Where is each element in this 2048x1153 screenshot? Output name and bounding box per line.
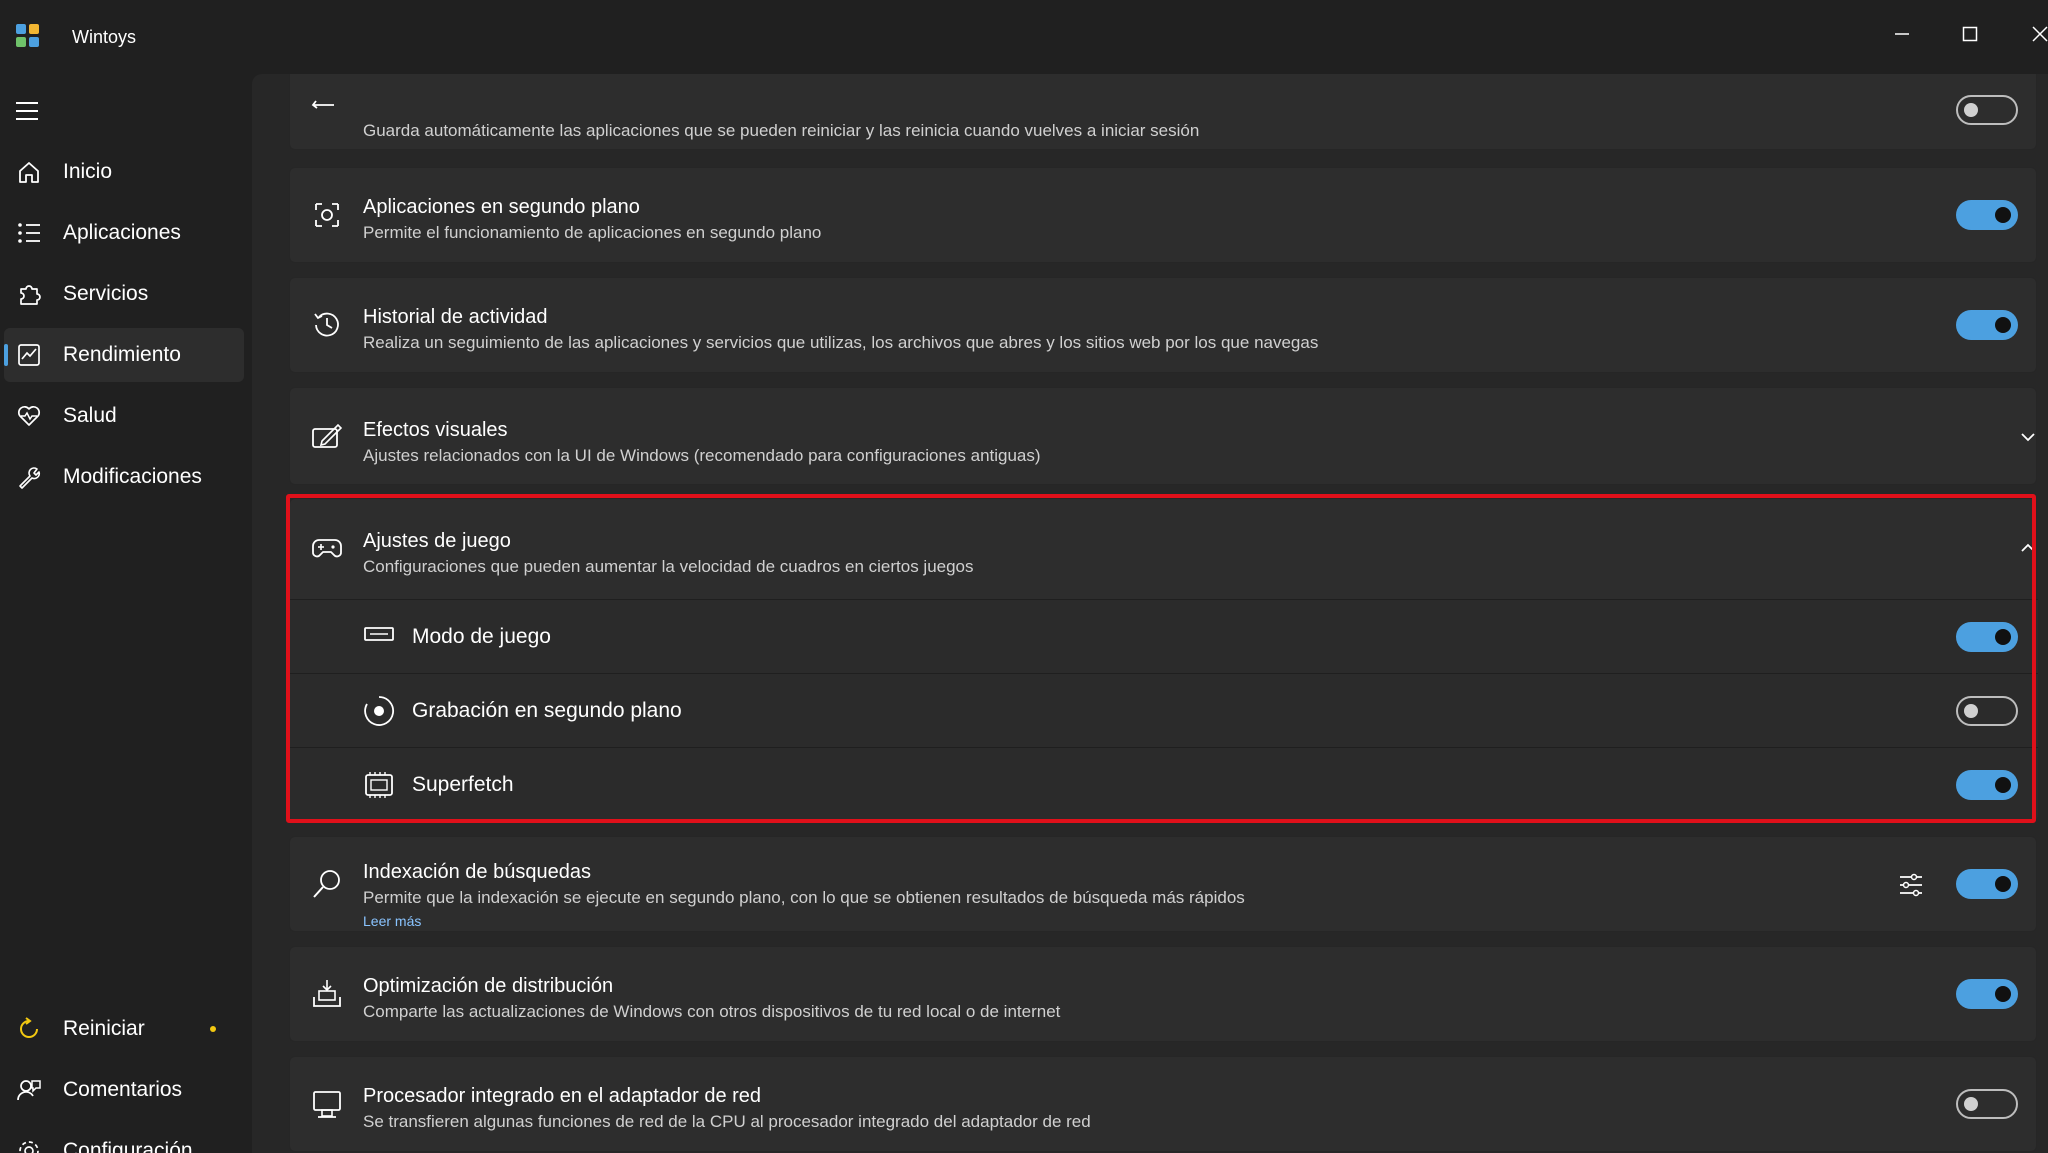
background-apps-icon	[310, 198, 344, 232]
setting-title: Procesador integrado en el adaptador de …	[363, 1085, 762, 1107]
setting-title: Indexación de búsquedas	[363, 861, 591, 883]
sub-setting-superfetch: Superfetch	[290, 747, 2038, 821]
minimize-button[interactable]	[1882, 14, 1922, 54]
search-icon	[310, 867, 344, 901]
hamburger-icon[interactable]	[14, 100, 40, 122]
setting-description: Se transfieren algunas funciones de red …	[363, 1112, 1091, 1131]
maximize-icon	[1962, 26, 1978, 42]
setting-card-activity-history: Historial de actividad Realiza un seguim…	[289, 277, 2037, 373]
network-adapter-icon	[310, 1087, 344, 1121]
delivery-optimization-icon	[310, 977, 344, 1011]
setting-description: Permite que la indexación se ejecute en …	[363, 888, 1245, 907]
history-icon	[310, 308, 344, 342]
close-button[interactable]	[2020, 14, 2048, 54]
sidebar-item-label: Salud	[63, 404, 117, 427]
sub-setting-label: Modo de juego	[412, 625, 551, 648]
setting-card-background-apps: Aplicaciones en segundo plano Permite el…	[289, 167, 2037, 263]
sidebar-item-modificaciones[interactable]: Modificaciones	[4, 450, 244, 504]
sidebar-item-label: Comentarios	[63, 1078, 183, 1101]
setting-title: Aplicaciones en segundo plano	[363, 196, 640, 218]
title-bar: Wintoys	[0, 0, 2048, 74]
sub-setting-label: Superfetch	[412, 773, 514, 796]
sidebar-item-label: Reiniciar	[63, 1017, 145, 1040]
setting-title: Historial de actividad	[363, 306, 548, 328]
delivery-optimization-toggle[interactable]	[1956, 979, 2018, 1009]
superfetch-toggle[interactable]	[1956, 770, 2018, 800]
setting-card-visual-effects[interactable]: Efectos visuales Ajustes relacionados co…	[289, 387, 2037, 485]
notification-badge	[210, 1026, 216, 1032]
list-icon	[16, 220, 42, 246]
setting-description: Permite el funcionamiento de aplicacione…	[363, 223, 822, 242]
learn-more-link[interactable]: Leer más	[363, 913, 421, 929]
sidebar-item-comentarios[interactable]: Comentarios	[4, 1063, 244, 1117]
app-title: Wintoys	[72, 27, 137, 47]
sidebar-item-label: Configuración	[63, 1139, 193, 1153]
maximize-button[interactable]	[1950, 14, 1990, 54]
sub-setting-label: Grabación en segundo plano	[412, 699, 682, 722]
sidebar-item-salud[interactable]: Salud	[4, 389, 244, 443]
search-indexing-toggle[interactable]	[1956, 869, 2018, 899]
setting-title: Ajustes de juego	[363, 530, 511, 552]
sidebar-item-label: Rendimiento	[63, 343, 181, 366]
setting-card-delivery-optimization: Optimización de distribución Comparte la…	[289, 946, 2037, 1042]
record-icon	[362, 694, 396, 728]
sidebar-item-label: Servicios	[63, 282, 149, 305]
setting-description: Comparte las actualizaciones de Windows …	[363, 1002, 1061, 1021]
setting-description: Ajustes relacionados con la UI de Window…	[363, 446, 1041, 465]
setting-card-restart-apps: Guarda automáticamente las aplicaciones …	[289, 74, 2037, 150]
sidebar-item-servicios[interactable]: Servicios	[4, 267, 244, 321]
app-logo-icon	[16, 24, 40, 48]
setting-card-game-settings: Ajustes de juego Configuraciones que pue…	[289, 498, 2038, 823]
setting-description: Guarda automáticamente las aplicaciones …	[363, 121, 1200, 140]
sidebar-item-configuracion[interactable]: Configuración	[4, 1124, 244, 1153]
wrench-icon	[16, 464, 42, 490]
setting-title: Optimización de distribución	[363, 975, 614, 997]
sidebar: Inicio Aplicaciones Servicios Rendimient…	[0, 74, 252, 1153]
close-icon	[2032, 26, 2048, 42]
restart-apps-icon	[310, 91, 344, 125]
setting-card-network-offload: Procesador integrado en el adaptador de …	[289, 1056, 2037, 1152]
setting-description: Realiza un seguimiento de las aplicacion…	[363, 333, 1319, 352]
network-offload-toggle[interactable]	[1956, 1089, 2018, 1119]
game-settings-header[interactable]: Ajustes de juego Configuraciones que pue…	[290, 499, 2038, 599]
setting-description: Configuraciones que pueden aumentar la v…	[363, 557, 974, 576]
heart-pulse-icon	[16, 403, 42, 429]
restart-apps-toggle[interactable]	[1956, 95, 2018, 125]
gear-icon	[16, 1138, 42, 1153]
feedback-icon	[16, 1077, 42, 1103]
settings-content: Guarda automáticamente las aplicaciones …	[252, 74, 2048, 1153]
gamepad-icon	[310, 531, 344, 565]
minimize-icon	[1895, 33, 1909, 35]
game-mode-toggle[interactable]	[1956, 622, 2018, 652]
sub-setting-game-mode: Modo de juego	[290, 599, 2038, 673]
setting-card-search-indexing: Indexación de búsquedas Permite que la i…	[289, 836, 2037, 932]
chevron-up-icon[interactable]	[2017, 537, 2039, 559]
background-recording-toggle[interactable]	[1956, 696, 2018, 726]
performance-chart-icon	[16, 342, 42, 368]
sidebar-item-rendimiento[interactable]: Rendimiento	[4, 328, 244, 382]
game-mode-icon	[362, 620, 396, 654]
sidebar-item-reiniciar[interactable]: Reiniciar	[4, 1002, 244, 1056]
sub-setting-background-recording: Grabación en segundo plano	[290, 673, 2038, 747]
restart-icon	[16, 1016, 42, 1042]
sidebar-item-label: Aplicaciones	[63, 221, 181, 244]
sidebar-item-aplicaciones[interactable]: Aplicaciones	[4, 206, 244, 260]
sliders-icon[interactable]	[1897, 871, 1925, 899]
memory-chip-icon	[362, 768, 396, 802]
home-icon	[16, 159, 42, 185]
sidebar-item-label: Inicio	[63, 160, 113, 183]
setting-title: Efectos visuales	[363, 419, 508, 441]
puzzle-icon	[16, 281, 42, 307]
visual-effects-icon	[310, 420, 344, 454]
sidebar-item-inicio[interactable]: Inicio	[4, 145, 244, 199]
chevron-down-icon[interactable]	[2017, 426, 2039, 448]
background-apps-toggle[interactable]	[1956, 200, 2018, 230]
activity-history-toggle[interactable]	[1956, 310, 2018, 340]
sidebar-item-label: Modificaciones	[63, 465, 202, 488]
